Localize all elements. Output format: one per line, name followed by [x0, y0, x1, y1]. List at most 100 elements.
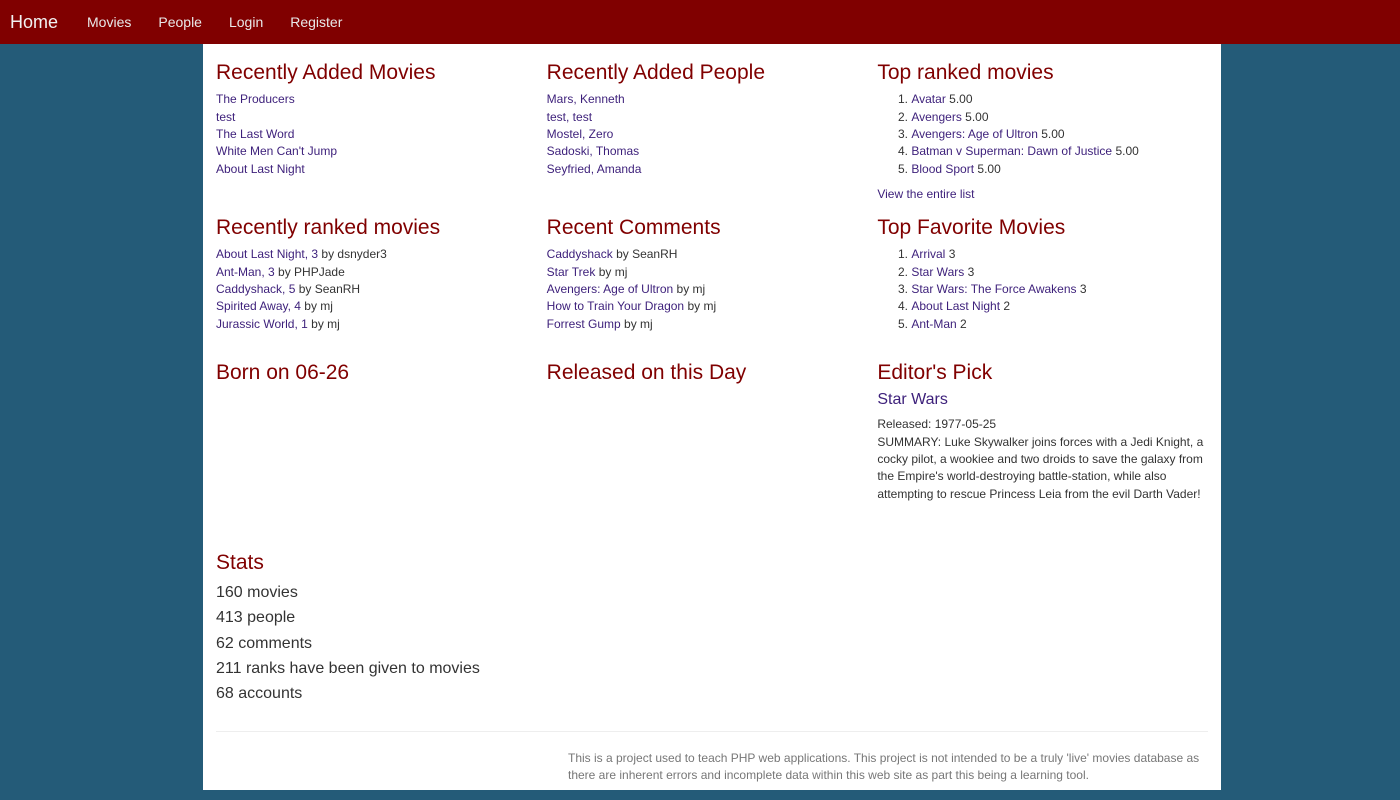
person-link[interactable]: Mostel, Zero: [547, 127, 614, 141]
list-item: Blood Sport 5.00: [911, 161, 1208, 178]
list-item: White Men Can't Jump: [216, 143, 547, 160]
list-item: How to Train Your Dragon by mj: [547, 298, 878, 315]
ranked-by: by mj: [311, 316, 340, 331]
recent-movies-list: The Producers test The Last Word White M…: [216, 91, 547, 178]
favorite-count: 3: [1079, 281, 1087, 296]
view-entire-list-link[interactable]: View the entire list: [877, 187, 1208, 201]
list-item: Star Wars 3: [911, 264, 1208, 281]
movie-link[interactable]: About Last Night: [911, 299, 1000, 313]
list-item: Star Trek by mj: [547, 264, 878, 281]
movie-link[interactable]: Batman v Superman: Dawn of Justice: [911, 144, 1112, 158]
movie-link[interactable]: Avengers: Age of Ultron: [911, 127, 1038, 141]
ranked-by: by dsnyder3: [321, 247, 387, 262]
movie-link[interactable]: The Last Word: [216, 127, 294, 141]
movie-link[interactable]: Star Wars: [911, 265, 964, 279]
nav-home-link[interactable]: Home: [10, 12, 58, 33]
person-link[interactable]: test, test: [547, 110, 592, 124]
editors-pick-section: Editor's Pick Star Wars Released: 1977-0…: [877, 361, 1208, 551]
main-container: Recently Added Movies The Producers test…: [203, 44, 1221, 790]
comment-link[interactable]: Star Trek: [547, 265, 596, 279]
recent-people-section: Recently Added People Mars, Kenneth test…: [547, 61, 878, 216]
person-link[interactable]: Mars, Kenneth: [547, 92, 625, 106]
row-2: Recently ranked movies About Last Night,…: [216, 216, 1208, 361]
movie-link[interactable]: test: [216, 110, 235, 124]
top-ranked-heading: Top ranked movies: [877, 61, 1054, 84]
movie-link[interactable]: Arrival: [911, 247, 945, 261]
born-today-section: Born on 06-26: [216, 361, 547, 551]
movie-link[interactable]: White Men Can't Jump: [216, 144, 337, 158]
list-item: About Last Night, 3 by dsnyder3: [216, 246, 547, 263]
nav-movies-link[interactable]: Movies: [87, 14, 131, 30]
list-item: Mars, Kenneth: [547, 91, 878, 108]
recent-comments-section: Recent Comments Caddyshack by SeanRH Sta…: [547, 216, 878, 361]
movie-link[interactable]: About Last Night: [216, 162, 305, 176]
list-item: Batman v Superman: Dawn of Justice 5.00: [911, 143, 1208, 160]
list-item: Forrest Gump by mj: [547, 316, 878, 333]
ranked-by: by PHPJade: [278, 264, 345, 279]
recent-movies-section: Recently Added Movies The Producers test…: [216, 61, 547, 216]
list-item: Caddyshack, 5 by SeanRH: [216, 281, 547, 298]
ranking-link[interactable]: About Last Night, 3: [216, 247, 318, 261]
ranking-link[interactable]: Ant-Man, 3: [216, 265, 275, 279]
list-item: Arrival 3: [911, 246, 1208, 263]
comment-link[interactable]: How to Train Your Dragon: [547, 299, 684, 313]
list-item: Jurassic World, 1 by mj: [216, 316, 547, 333]
nav-people-link[interactable]: People: [158, 14, 202, 30]
recent-people-heading: Recently Added People: [546, 61, 765, 84]
ranked-by: by mj: [304, 299, 333, 314]
list-item: Mostel, Zero: [547, 126, 878, 143]
editors-pick-release: Released: 1977-05-25: [877, 417, 997, 432]
stat-accounts: 68 accounts: [216, 684, 303, 702]
list-item: Spirited Away, 4 by mj: [216, 298, 547, 315]
score: 5.00: [1041, 126, 1065, 141]
score: 5.00: [977, 161, 1001, 176]
movie-link[interactable]: Avatar: [911, 92, 945, 106]
movie-link[interactable]: Blood Sport: [911, 162, 974, 176]
list-item: The Producers: [216, 91, 547, 108]
footer-divider: [216, 731, 1208, 733]
recent-comments-list: Caddyshack by SeanRH Star Trek by mj Ave…: [547, 246, 878, 333]
list-item: Seyfried, Amanda: [547, 161, 878, 178]
movie-link[interactable]: Avengers: [911, 110, 961, 124]
score: 5.00: [949, 92, 973, 107]
list-item: About Last Night 2: [911, 298, 1208, 315]
list-item: Avengers: Age of Ultron by mj: [547, 281, 878, 298]
list-item: Ant-Man 2: [911, 316, 1208, 333]
person-link[interactable]: Seyfried, Amanda: [547, 162, 642, 176]
person-link[interactable]: Sadoski, Thomas: [547, 144, 640, 158]
stats-section: Stats 160 movies 413 people 62 comments …: [216, 551, 1208, 706]
editors-pick-link[interactable]: Star Wars: [877, 391, 948, 408]
comment-link[interactable]: Avengers: Age of Ultron: [547, 282, 674, 296]
comment-link[interactable]: Forrest Gump: [547, 317, 621, 331]
list-item: Sadoski, Thomas: [547, 143, 878, 160]
comment-by: by mj: [624, 316, 653, 331]
comment-by: by SeanRH: [616, 247, 678, 262]
movie-link[interactable]: The Producers: [216, 92, 295, 106]
nav-register-link[interactable]: Register: [290, 14, 342, 30]
nav-login-link[interactable]: Login: [229, 14, 263, 30]
stat-people: 413 people: [216, 609, 296, 627]
top-favorite-list: Arrival 3 Star Wars 3 Star Wars: The For…: [877, 246, 1208, 333]
movie-link[interactable]: Ant-Man: [911, 317, 956, 331]
comment-link[interactable]: Caddyshack: [547, 247, 613, 261]
stat-movies: 160 movies: [216, 584, 298, 602]
list-item: Avengers: Age of Ultron 5.00: [911, 126, 1208, 143]
footer-text: This is a project used to teach PHP web …: [568, 751, 1200, 783]
navbar: Home Movies People Login Register: [0, 0, 1400, 44]
editors-pick-title: Star Wars: [877, 391, 1208, 409]
list-item: Ant-Man, 3 by PHPJade: [216, 264, 547, 281]
ranking-link[interactable]: Caddyshack, 5: [216, 282, 295, 296]
favorite-count: 2: [960, 316, 967, 331]
ranking-link[interactable]: Jurassic World, 1: [216, 317, 308, 331]
list-item: Avengers 5.00: [911, 109, 1208, 126]
stats-heading: Stats: [216, 551, 264, 574]
recent-comments-heading: Recent Comments: [546, 216, 721, 239]
editors-pick-summary: SUMMARY: Luke Skywalker joins forces wit…: [877, 434, 1204, 501]
movie-link[interactable]: Star Wars: The Force Awakens: [911, 282, 1076, 296]
comment-by: by mj: [676, 281, 706, 296]
ranking-link[interactable]: Spirited Away, 4: [216, 299, 301, 313]
score: 5.00: [965, 109, 989, 124]
row-1: Recently Added Movies The Producers test…: [216, 44, 1208, 216]
stat-ranks: 211 ranks have been given to movies: [216, 659, 480, 677]
released-today-section: Released on this Day: [547, 361, 878, 551]
